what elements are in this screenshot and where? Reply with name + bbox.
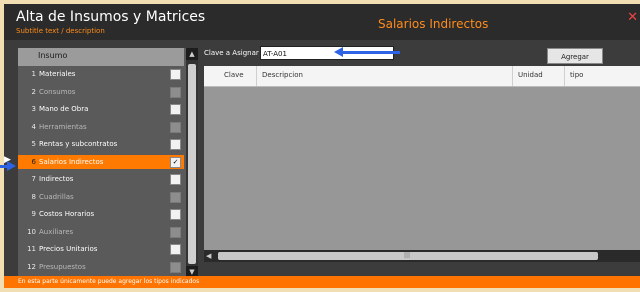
vertical-scrollbar[interactable]: ▲ ▼	[186, 48, 198, 278]
list-item-number: 2	[31, 87, 36, 96]
list-item-number: 7	[31, 175, 36, 183]
list-item-checkbox[interactable]	[170, 244, 181, 255]
list-item-checkbox[interactable]	[170, 209, 181, 220]
scroll-track[interactable]: |||	[218, 252, 598, 260]
list-header: Insumo	[18, 48, 184, 66]
column-divider	[512, 66, 513, 86]
list-item-number: 5	[31, 140, 36, 148]
list-item-checkbox[interactable]	[170, 104, 181, 115]
horizontal-scrollbar[interactable]: ◀ |||	[204, 250, 640, 262]
close-icon[interactable]: ✕	[627, 10, 638, 25]
list-item-label: Consumos	[39, 87, 76, 96]
column-header-unidad[interactable]: Unidad	[518, 71, 543, 79]
list-item-checkbox[interactable]	[170, 139, 181, 150]
list-item-checkbox[interactable]	[170, 226, 181, 238]
list-item-label: Salarios Indirectos	[39, 157, 104, 166]
list-item[interactable]: 5 Rentas y subcontratos	[18, 137, 184, 151]
list-item[interactable]: 12 Presupuestos	[18, 260, 184, 274]
list-item-number: 6	[31, 157, 36, 166]
column-header-descripcion[interactable]: Descripcion	[262, 71, 303, 79]
list-item[interactable]: 3 Mano de Obra	[18, 102, 184, 116]
list-item-number: 11	[27, 245, 36, 253]
list-item-number: 1	[31, 70, 36, 78]
list-item[interactable]: 9 Costos Horarios	[18, 207, 184, 221]
list-item-number: 12	[27, 262, 36, 271]
list-item-number: 10	[27, 227, 36, 236]
list-item-label: Herramientas	[39, 122, 87, 131]
list-item[interactable]: 8 Cuadrillas	[18, 190, 184, 204]
list-item-checkbox[interactable]	[170, 261, 181, 273]
insumo-list-panel: Insumo 1 Materiales 2 Consumos 3 Mano de Obra…	[4, 48, 198, 278]
list-item-number: 4	[31, 122, 36, 131]
list-item-label: Costos Horarios	[39, 210, 95, 218]
scroll-grip-icon[interactable]: |||	[404, 252, 410, 260]
list-item-number: 3	[31, 105, 36, 113]
scroll-thumb[interactable]	[188, 64, 196, 264]
grid-header: Clave Descripcion Unidad tipo	[204, 66, 640, 87]
status-bar: En esta parte únicamente puede agregar l…	[4, 276, 640, 288]
list-item-checkbox[interactable]	[170, 121, 181, 133]
list-item-label: Cuadrillas	[39, 192, 74, 201]
list-item[interactable]: 10 Auxiliares	[18, 225, 184, 239]
application-window: Alta de Insumos y Matrices Subtitle text…	[4, 4, 640, 288]
module-title: Salarios Indirectos	[378, 17, 489, 31]
list-item-label: Precios Unitarios	[39, 245, 98, 253]
column-divider	[256, 66, 257, 86]
scroll-up-icon[interactable]: ▲	[186, 48, 198, 60]
list-item-label: Indirectos	[39, 175, 74, 183]
app-title: Alta de Insumos y Matrices	[16, 9, 206, 25]
list-item-number: 9	[31, 210, 36, 218]
list-item-checkbox[interactable]	[170, 69, 181, 80]
app-subtitle: Subtitle text / description	[16, 27, 105, 35]
list-item-label: Presupuestos	[39, 262, 86, 271]
list-item[interactable]: 2 Consumos	[18, 85, 184, 99]
scroll-left-icon[interactable]: ◀	[206, 250, 211, 262]
list-item-label: Rentas y subcontratos	[39, 140, 118, 148]
key-label: Clave a Asignar	[204, 49, 259, 57]
add-button[interactable]: Agregar	[547, 48, 603, 64]
list-item-selected[interactable]: ▶ 6 Salarios Indirectos ✓	[4, 154, 184, 169]
list-item-number: 8	[31, 192, 36, 201]
list-item[interactable]: 1 Materiales	[18, 67, 184, 81]
title-bar: Alta de Insumos y Matrices Subtitle text…	[4, 4, 640, 40]
list-item[interactable]: 11 Precios Unitarios	[18, 242, 184, 256]
list-item[interactable]: 4 Herramientas	[18, 120, 184, 134]
list-item-checkbox[interactable]	[170, 174, 181, 185]
column-divider	[564, 66, 565, 86]
data-grid[interactable]: Clave Descripcion Unidad tipo ◀ |||	[204, 66, 640, 262]
annotation-arrow-key-input	[334, 47, 400, 57]
list-item-label: Mano de Obra	[39, 105, 89, 113]
list-item-checkbox[interactable]	[170, 86, 181, 98]
list-item-checkbox[interactable]	[170, 191, 181, 203]
list-item[interactable]: 7 Indirectos	[18, 172, 184, 186]
list-header-label: Insumo	[38, 51, 68, 60]
column-header-clave[interactable]: Clave	[224, 71, 244, 79]
annotation-arrow-selected-row	[0, 161, 16, 171]
list-item-checkbox[interactable]: ✓	[170, 156, 181, 168]
status-message: En esta parte únicamente puede agregar l…	[18, 278, 200, 285]
list-item-label: Materiales	[39, 70, 76, 78]
list-item-label: Auxiliares	[39, 227, 74, 236]
column-header-tipo[interactable]: tipo	[570, 71, 583, 79]
